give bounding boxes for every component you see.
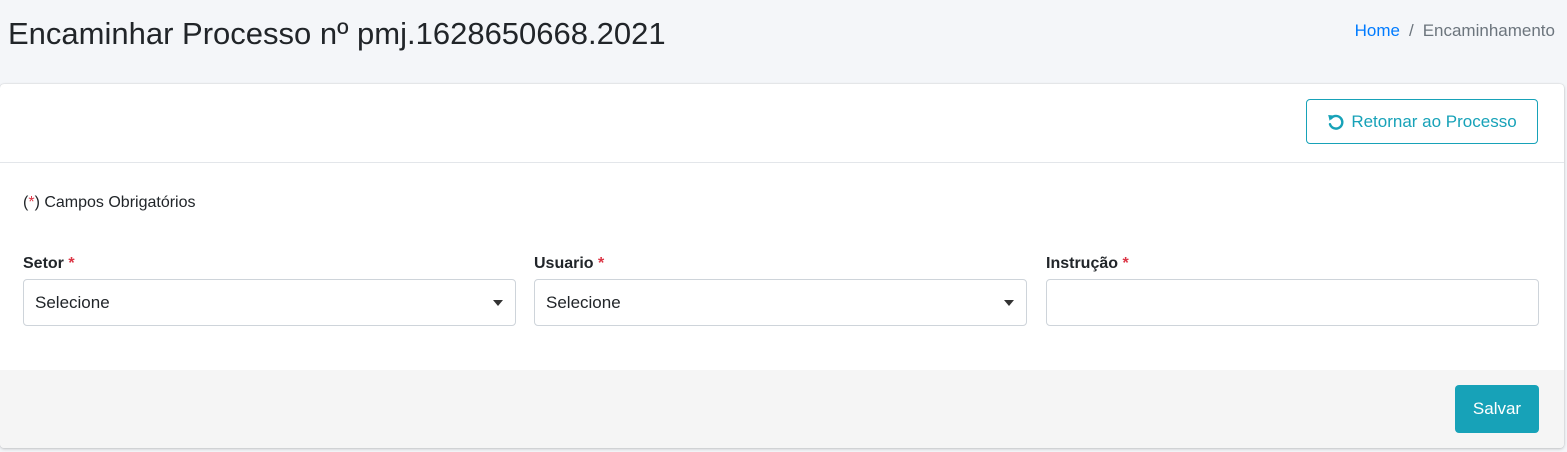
- forward-process-card: Retornar ao Processo (*) Campos Obrigató…: [0, 84, 1564, 448]
- usuario-label: Usuario *: [534, 253, 1027, 275]
- undo-icon: [1327, 113, 1345, 131]
- save-button[interactable]: Salvar: [1455, 385, 1539, 433]
- card-footer: Salvar: [0, 370, 1564, 448]
- instrucao-field: Instrução *: [1046, 253, 1539, 326]
- required-fields-note: (*) Campos Obrigatórios: [23, 192, 196, 214]
- instrucao-input[interactable]: [1046, 279, 1539, 326]
- usuario-select[interactable]: Selecione: [534, 279, 1027, 326]
- page-header: Encaminhar Processo nº pmj.1628650668.20…: [0, 0, 1567, 84]
- chevron-down-icon: [493, 300, 503, 306]
- setor-label: Setor *: [23, 253, 516, 275]
- chevron-down-icon: [1004, 300, 1014, 306]
- page-title: Encaminhar Processo nº pmj.1628650668.20…: [8, 16, 666, 51]
- setor-required-mark: *: [68, 255, 75, 272]
- card-header: Retornar ao Processo: [0, 84, 1564, 163]
- required-note-text: ) Campos Obrigatórios: [34, 194, 196, 211]
- setor-select[interactable]: Selecione: [23, 279, 516, 326]
- usuario-selected-value: Selecione: [546, 293, 621, 312]
- breadcrumb-home-link[interactable]: Home: [1355, 21, 1400, 40]
- return-to-process-button[interactable]: Retornar ao Processo: [1306, 99, 1538, 144]
- return-to-process-label: Retornar ao Processo: [1351, 111, 1517, 131]
- usuario-field: Usuario * Selecione: [534, 253, 1027, 326]
- setor-field: Setor * Selecione: [23, 253, 516, 326]
- card-body: (*) Campos Obrigatórios Setor * Selecion…: [0, 163, 1564, 369]
- usuario-label-text: Usuario: [534, 255, 594, 272]
- breadcrumb-current: Encaminhamento: [1422, 21, 1555, 40]
- setor-label-text: Setor: [23, 255, 64, 272]
- breadcrumb: Home / Encaminhamento: [1355, 20, 1555, 42]
- setor-selected-value: Selecione: [35, 293, 110, 312]
- instrucao-label-text: Instrução: [1046, 255, 1119, 272]
- instrucao-label: Instrução *: [1046, 253, 1539, 275]
- usuario-required-mark: *: [598, 255, 605, 272]
- instrucao-required-mark: *: [1122, 255, 1129, 272]
- breadcrumb-separator: /: [1408, 21, 1414, 40]
